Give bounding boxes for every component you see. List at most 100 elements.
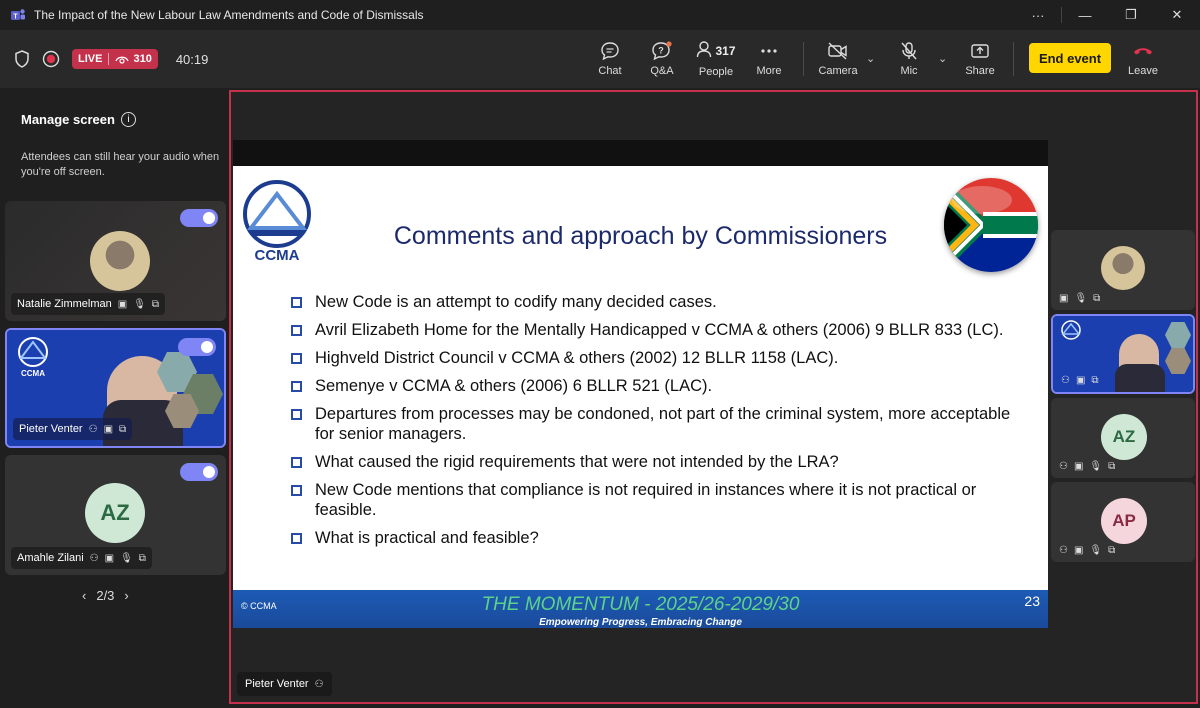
presenter-icon: ⚇	[1061, 375, 1070, 386]
tile-pager: ‹ 2/3 ›	[82, 588, 129, 603]
slide-title: Comments and approach by Commissioners	[393, 222, 888, 250]
participant-name-tag: Natalie Zimmelman ▣ 🎙 ⧉	[11, 293, 166, 315]
participant-name: Pieter Venter	[19, 423, 83, 435]
participant-status-icons: ▣ 🎙 ⧉	[1059, 293, 1100, 304]
avatar: AZ	[85, 483, 145, 543]
screen-share-icon: ⧉	[119, 423, 127, 435]
slide-page-number: 23	[1024, 593, 1040, 609]
avatar	[1101, 246, 1145, 290]
chat-button[interactable]: Chat	[594, 30, 626, 88]
participant-tile[interactable]: Natalie Zimmelman ▣ 🎙 ⧉	[5, 201, 226, 321]
record-icon[interactable]	[42, 50, 60, 68]
presentation-slide: CCMA Comments and approach by Commission…	[233, 166, 1048, 628]
presenter-icon: ⚇	[314, 678, 324, 690]
chevron-left-icon[interactable]: ‹	[82, 588, 86, 603]
participant-status-icons: ⚇ ▣ 🎙 ⧉	[1059, 461, 1115, 472]
screen-share-icon: ⧉	[1091, 375, 1099, 386]
on-screen-toggle[interactable]	[180, 209, 218, 227]
participant-tile[interactable]: AZ Amahle Zilani ⚇ ▣ 🎙 ⧉	[5, 455, 226, 575]
svg-text:?: ?	[658, 46, 664, 56]
bullet-box-icon	[291, 533, 302, 544]
more-options-icon[interactable]: ···	[1015, 8, 1061, 23]
mic-off-icon: 🎙	[1089, 461, 1103, 472]
presenter-name: Pieter Venter	[245, 678, 309, 690]
footer-title: THE MOMENTUM - 2025/26-2029/30	[481, 594, 800, 615]
mic-options-chevron-icon[interactable]: ⌄	[938, 52, 947, 65]
participant-name: Amahle Zilani	[17, 552, 84, 564]
bullet-box-icon	[291, 485, 302, 496]
list-item: What is practical and feasible?	[291, 528, 1011, 548]
participant-name: Natalie Zimmelman	[17, 298, 112, 310]
svg-text:T: T	[13, 14, 18, 21]
leave-button[interactable]: Leave	[1128, 30, 1158, 88]
screen-share-icon: ⧉	[1093, 293, 1101, 304]
on-screen-toggle[interactable]	[180, 463, 218, 481]
screen-share-icon: ⧉	[1108, 545, 1116, 556]
people-icon	[697, 41, 712, 58]
qa-icon: ?	[652, 41, 672, 61]
share-label: Share	[965, 65, 995, 77]
mic-off-icon	[901, 42, 917, 60]
close-icon[interactable]: ✕	[1154, 7, 1200, 23]
screen-share-icon: ⧉	[151, 298, 160, 310]
list-item: New Code mentions that compliance is not…	[291, 480, 1011, 520]
presenter-icon: ⚇	[89, 552, 99, 564]
avatar: AZ	[1101, 414, 1147, 460]
minimize-icon[interactable]: —	[1062, 8, 1108, 23]
participant-status-icons: ⚇ ▣ ⧉	[1061, 375, 1099, 386]
bullet-box-icon	[291, 297, 302, 308]
bullet-box-icon	[291, 353, 302, 364]
participant-status-icons: ⚇ ▣ 🎙 ⧉	[1059, 545, 1115, 556]
bullet-box-icon	[291, 457, 302, 468]
shield-icon[interactable]	[14, 50, 30, 68]
screen-share-icon: ⧉	[1108, 461, 1116, 472]
divider	[1013, 42, 1014, 76]
info-icon[interactable]: i	[120, 112, 136, 127]
share-button[interactable]: Share	[965, 30, 995, 88]
title-bar: T The Impact of the New Labour Law Amend…	[0, 0, 1200, 30]
bullet-box-icon	[291, 409, 302, 420]
qa-button[interactable]: ? Q&A	[646, 30, 678, 88]
list-item: Semenye v CCMA & others (2006) 6 BLLR 52…	[291, 376, 1011, 396]
list-item: Highveld District Council v CCMA & other…	[291, 348, 1011, 368]
chevron-right-icon[interactable]: ›	[124, 588, 128, 603]
camera-button[interactable]: Camera	[818, 30, 858, 88]
participant-tile[interactable]: CCMA Pieter Venter ⚇ ▣ ⧉	[5, 328, 226, 448]
presenter-name-tag: Pieter Venter ⚇	[237, 672, 332, 696]
camera-icon: ▣	[104, 552, 115, 564]
camera-icon: ▣	[1073, 461, 1084, 472]
bullet-box-icon	[291, 381, 302, 392]
mic-off-icon: 🎙	[120, 552, 133, 564]
more-button[interactable]: More	[754, 30, 784, 88]
chat-label: Chat	[598, 65, 622, 77]
panel-title: Manage screen i	[21, 112, 136, 127]
camera-label: Camera	[818, 65, 858, 77]
people-button[interactable]: 317 People	[694, 30, 738, 88]
qa-label: Q&A	[650, 65, 674, 77]
participant-name-tag: Pieter Venter ⚇ ▣ ⧉	[13, 418, 133, 440]
leave-label: Leave	[1128, 65, 1158, 77]
mic-button[interactable]: Mic	[896, 30, 922, 88]
participant-tile[interactable]: ▣ 🎙 ⧉	[1051, 230, 1195, 310]
footer-subtitle: Empowering Progress, Embracing Change	[539, 617, 742, 628]
live-label: LIVE	[78, 53, 103, 65]
list-item: Avril Elizabeth Home for the Mentally Ha…	[291, 320, 1011, 340]
meeting-timer: 40:19	[175, 51, 209, 67]
mic-off-icon: 🎙	[1074, 293, 1088, 304]
divider	[803, 42, 804, 76]
mic-off-icon: 🎙	[133, 298, 146, 310]
camera-icon: ▣	[1075, 375, 1086, 386]
on-screen-toggle[interactable]	[178, 338, 216, 356]
participant-tile[interactable]: AZ ⚇ ▣ 🎙 ⧉	[1051, 398, 1195, 478]
list-item: What caused the rigid requirements that …	[291, 452, 1011, 472]
window-controls: ··· — ❐ ✕	[1015, 0, 1200, 30]
share-icon	[971, 44, 989, 58]
slide-top-strip	[233, 140, 1048, 166]
avatar	[90, 231, 150, 291]
restore-icon[interactable]: ❐	[1108, 7, 1154, 23]
camera-options-chevron-icon[interactable]: ⌄	[866, 52, 875, 65]
participant-tile[interactable]: ⚇ ▣ ⧉	[1051, 314, 1195, 394]
participant-tile[interactable]: AP ⚇ ▣ 🎙 ⧉	[1051, 482, 1195, 562]
end-event-button[interactable]: End event	[1029, 43, 1111, 73]
hang-up-icon	[1134, 48, 1152, 55]
